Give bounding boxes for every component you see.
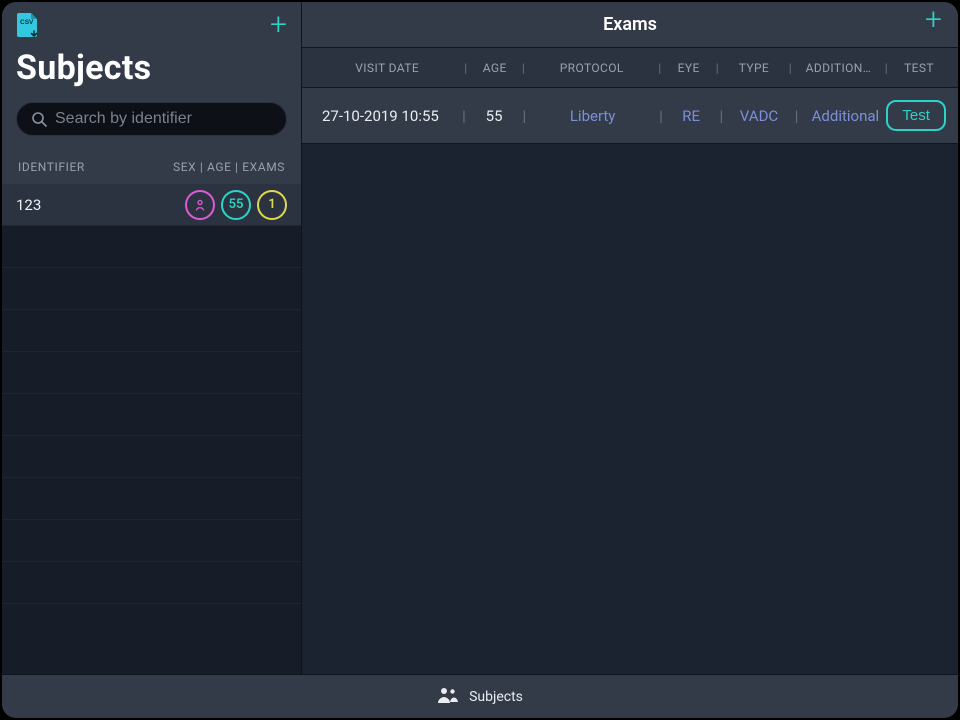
empty-row	[2, 436, 301, 478]
col-protocol: PROTOCOL	[529, 61, 654, 75]
subject-badges: 55 1	[185, 190, 287, 220]
empty-row	[2, 226, 301, 268]
exam-test-cell: Test	[886, 100, 946, 131]
column-separator: |	[518, 61, 529, 75]
empty-row	[2, 394, 301, 436]
sex-badge	[185, 190, 215, 220]
value-separator: |	[653, 107, 669, 125]
footer-subjects-label[interactable]: Subjects	[469, 689, 523, 705]
exam-age: 55	[472, 107, 517, 125]
column-separator: |	[712, 61, 723, 75]
subjects-tab-icon[interactable]	[437, 686, 459, 708]
col-identifier: IDENTIFIER	[18, 160, 85, 174]
col-test: TEST	[892, 61, 946, 75]
sidebar: CSV + Subjects IDENTIFIER S	[2, 2, 302, 674]
col-additional: ADDITION…	[796, 61, 881, 75]
test-button[interactable]: Test	[886, 100, 946, 131]
main-panel: Exams + VISIT DATE | AGE | PROTOCOL | EY…	[302, 2, 958, 674]
exam-eye[interactable]: RE	[669, 107, 714, 125]
exam-column-headers: VISIT DATE | AGE | PROTOCOL | EYE | TYPE…	[302, 48, 958, 88]
empty-row	[2, 310, 301, 352]
exam-type[interactable]: VADC	[729, 107, 789, 125]
exam-protocol[interactable]: Liberty	[532, 107, 653, 125]
value-separator: |	[456, 107, 472, 125]
column-separator: |	[460, 61, 471, 75]
exam-additional[interactable]: Additional	[804, 107, 886, 125]
search-icon	[31, 111, 47, 127]
column-separator: |	[785, 61, 796, 75]
col-visit-date: VISIT DATE	[314, 61, 460, 75]
value-separator: |	[714, 107, 730, 125]
sidebar-top: CSV + Subjects	[2, 2, 301, 148]
footer-bar: Subjects	[2, 674, 958, 718]
sidebar-title: Subjects	[16, 48, 287, 88]
svg-text:CSV: CSV	[20, 19, 34, 26]
subject-row[interactable]: 123 55 1	[2, 184, 301, 226]
column-separator: |	[881, 61, 892, 75]
empty-row	[2, 520, 301, 562]
subject-identifier: 123	[16, 196, 41, 214]
empty-row	[2, 478, 301, 520]
main-title: Exams	[603, 14, 657, 35]
column-separator: |	[654, 61, 665, 75]
subject-list[interactable]: 123 55 1	[2, 184, 301, 674]
female-icon	[192, 197, 208, 213]
exam-list-empty-area	[302, 144, 958, 674]
csv-export-icon[interactable]: CSV	[16, 12, 40, 38]
exam-row[interactable]: 27-10-2019 10:55 | 55 | Liberty | RE | V…	[302, 88, 958, 144]
col-age: AGE	[472, 61, 518, 75]
sidebar-top-row: CSV +	[16, 12, 287, 38]
main-header: Exams +	[302, 2, 958, 48]
add-exam-button[interactable]: +	[925, 10, 942, 30]
age-badge: 55	[221, 190, 251, 220]
col-type: TYPE	[723, 61, 785, 75]
search-input[interactable]	[55, 110, 272, 128]
content-area: CSV + Subjects IDENTIFIER S	[2, 2, 958, 674]
value-separator: |	[789, 107, 805, 125]
empty-row	[2, 352, 301, 394]
value-separator: |	[516, 107, 532, 125]
exam-visit-date: 27-10-2019 10:55	[314, 107, 456, 125]
add-subject-button[interactable]: +	[270, 15, 287, 35]
empty-row	[2, 562, 301, 604]
search-field[interactable]	[16, 102, 287, 136]
sidebar-column-headers: IDENTIFIER SEX | AGE | EXAMS	[2, 148, 301, 184]
col-sex-age-exams: SEX | AGE | EXAMS	[173, 160, 285, 174]
empty-row	[2, 268, 301, 310]
app-window: CSV + Subjects IDENTIFIER S	[2, 2, 958, 718]
col-eye: EYE	[666, 61, 712, 75]
exams-count-badge: 1	[257, 190, 287, 220]
